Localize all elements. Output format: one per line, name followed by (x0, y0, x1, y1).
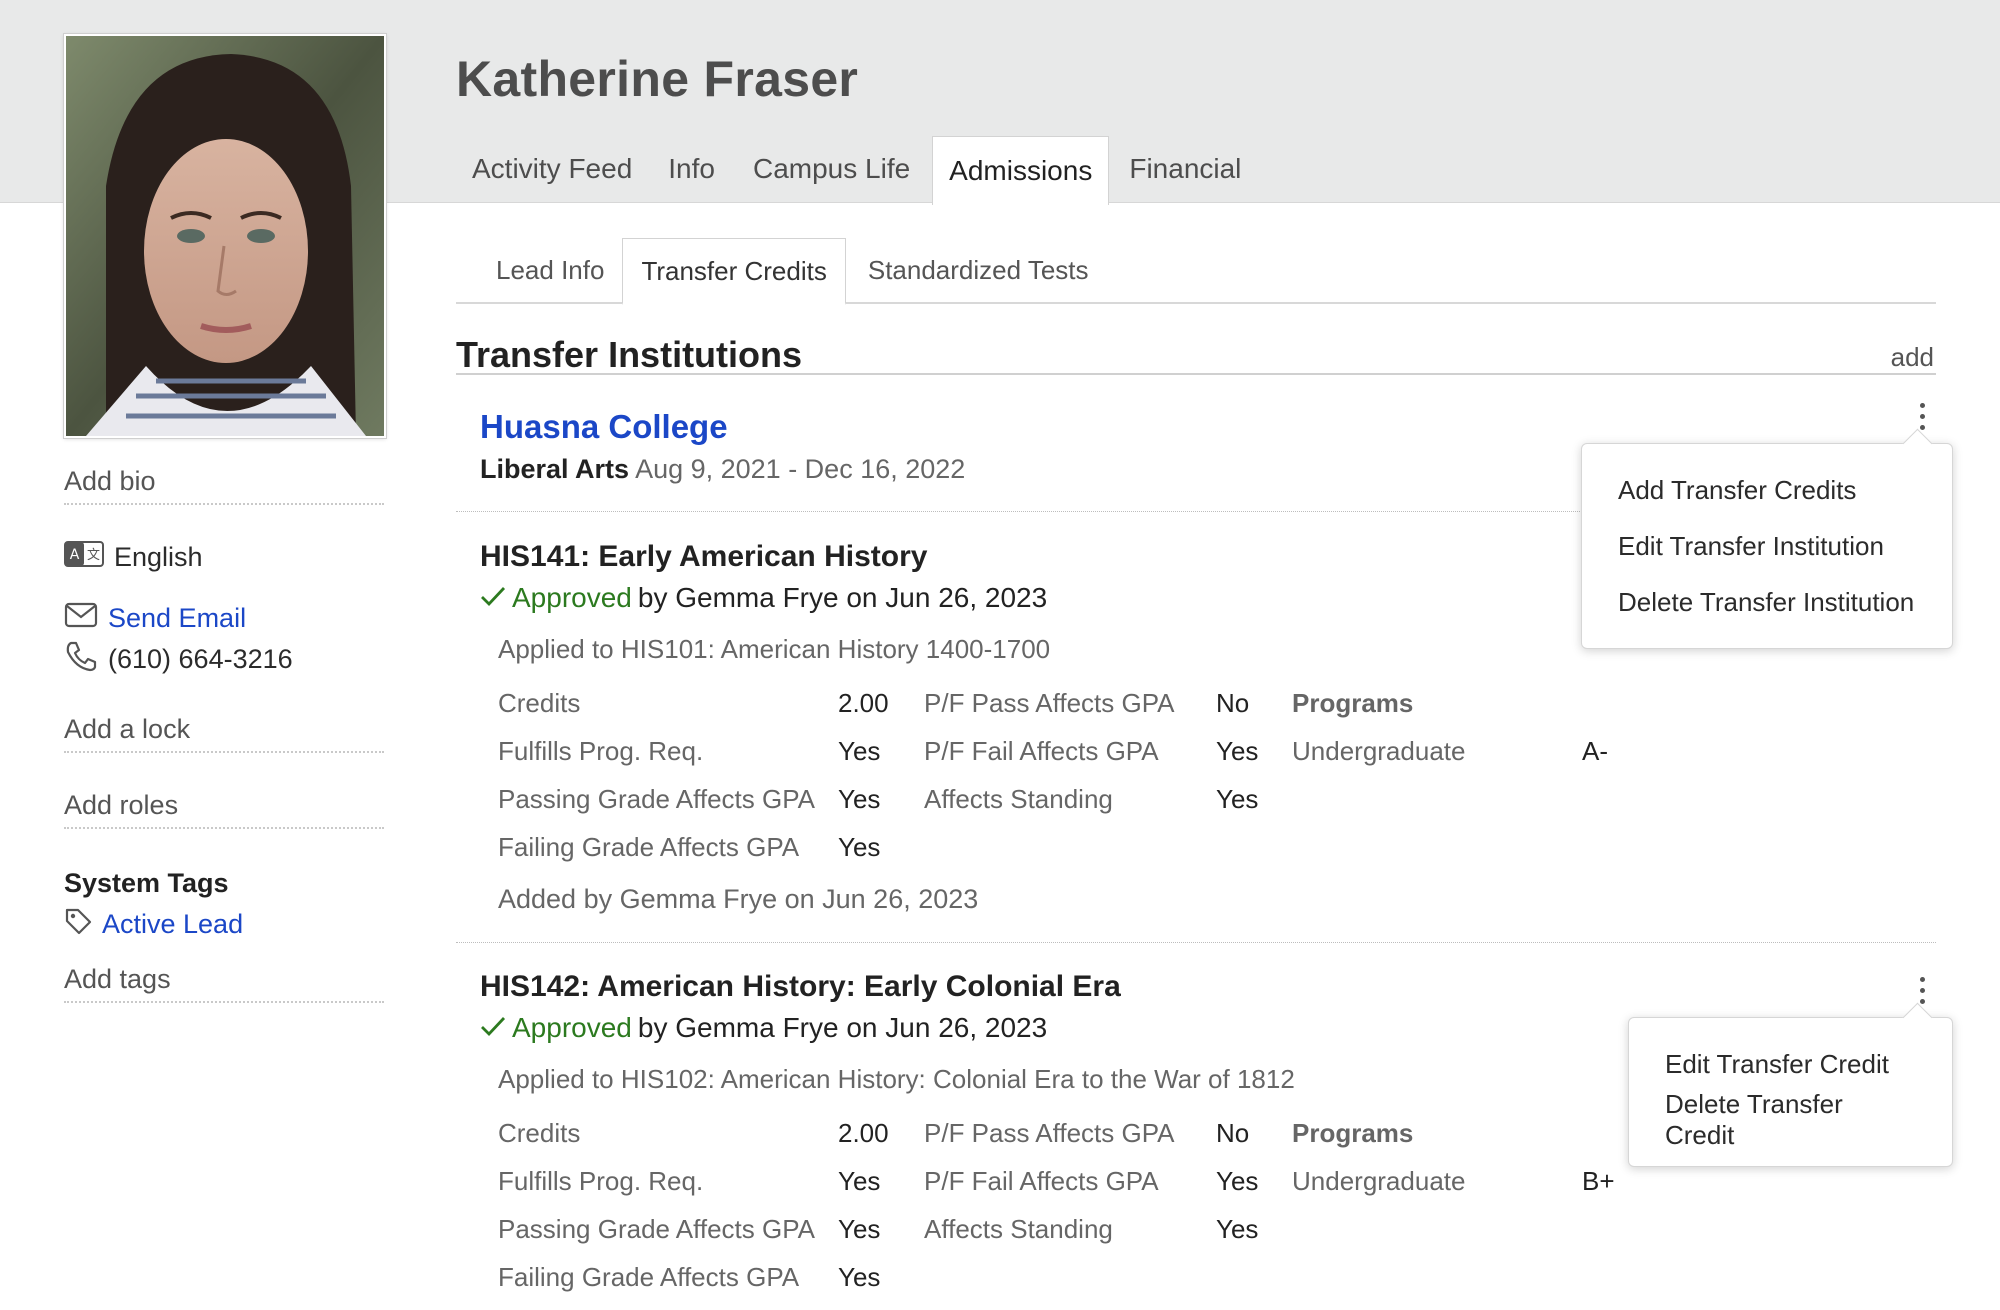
added-by: Added by Gemma Frye on Jun 26, 2023 (498, 884, 979, 914)
label-standing: Affects Standing (924, 1214, 1113, 1244)
value-program: Undergraduate (1292, 736, 1466, 766)
institution-details: Liberal Arts Aug 9, 2021 - Dec 16, 2022 (480, 454, 965, 485)
value-pf-fail: Yes (1216, 1166, 1259, 1196)
tab-activity-feed[interactable]: Activity Feed (456, 136, 648, 202)
label-standing: Affects Standing (924, 784, 1113, 814)
institution-program: Liberal Arts (480, 454, 630, 484)
main-tabs: Activity Feed Info Campus Life Admission… (456, 136, 1261, 205)
label-pf-pass: P/F Pass Affects GPA (924, 1118, 1175, 1148)
approved-by: by Gemma Frye on Jun 26, 2023 (637, 1012, 1048, 1043)
credit-menu: Edit Transfer Credit Delete Transfer Cre… (1628, 1002, 1953, 1167)
label-failing: Failing Grade Affects GPA (498, 832, 800, 862)
value-program: Undergraduate (1292, 1166, 1466, 1196)
profile-name: Katherine Fraser (456, 51, 859, 107)
label-credits: Credits (498, 688, 581, 718)
phone-row: (610) 664-3216 (64, 640, 293, 679)
course-title: HIS142: American History: Early Colonial… (480, 970, 1121, 1003)
value-failing: Yes (838, 832, 881, 862)
tab-campus-life[interactable]: Campus Life (735, 136, 932, 202)
svg-text:文: 文 (87, 548, 100, 563)
institution-menu: Add Transfer Credits Edit Transfer Insti… (1581, 428, 1953, 649)
applied-to: Applied to HIS101: American History 1400… (498, 634, 1050, 665)
subtab-lead-info[interactable]: Lead Info (478, 238, 622, 302)
institution-dates: Aug 9, 2021 - Dec 16, 2022 (635, 454, 966, 484)
section-title: Transfer Institutions (456, 334, 803, 375)
label-programs: Programs (1292, 1118, 1414, 1148)
menu-add-transfer-credits[interactable]: Add Transfer Credits (1582, 462, 1952, 518)
phone-icon (64, 640, 98, 679)
section-divider (456, 373, 1936, 375)
institution-kebab-icon[interactable] (1918, 403, 1926, 430)
value-failing: Yes (838, 1262, 881, 1292)
subtab-standardized-tests[interactable]: Standardized Tests (850, 238, 1107, 302)
language-label: English (114, 542, 203, 572)
tag-row[interactable]: Active Lead (64, 907, 243, 942)
value-passing: Yes (838, 1214, 881, 1244)
label-passing: Passing Grade Affects GPA (498, 784, 815, 814)
applied-label: Applied to (498, 634, 614, 664)
value-grade: A- (1582, 736, 1608, 766)
label-fulfills: Fulfills Prog. Req. (498, 736, 704, 766)
label-pf-pass: P/F Pass Affects GPA (924, 688, 1175, 718)
tab-admissions[interactable]: Admissions (932, 136, 1110, 205)
language-icon: A文 (64, 541, 104, 574)
menu-delete-transfer-institution[interactable]: Delete Transfer Institution (1582, 574, 1952, 630)
language-row: A文 English (64, 541, 203, 574)
approved-label: Approved (512, 1012, 632, 1043)
value-standing: Yes (1216, 784, 1259, 814)
svg-text:A: A (70, 547, 80, 563)
add-roles-link[interactable]: Add roles (64, 790, 384, 829)
label-pf-fail: P/F Fail Affects GPA (924, 1166, 1159, 1196)
value-credits: 2.00 (838, 1118, 889, 1148)
add-institution-link[interactable]: add (1891, 342, 1934, 373)
value-credits: 2.00 (838, 688, 889, 718)
value-passing: Yes (838, 784, 881, 814)
add-tags-link[interactable]: Add tags (64, 964, 384, 1003)
add-bio-link[interactable]: Add bio (64, 466, 384, 505)
label-programs: Programs (1292, 688, 1414, 718)
label-failing: Failing Grade Affects GPA (498, 1262, 800, 1292)
check-icon (480, 582, 506, 614)
approval-status: Approved by Gemma Frye on Jun 26, 2023 (480, 1012, 1047, 1044)
tab-financial[interactable]: Financial (1109, 136, 1261, 202)
divider (456, 942, 1936, 943)
menu-edit-transfer-institution[interactable]: Edit Transfer Institution (1582, 518, 1952, 574)
applied-course: HIS102: American History: Colonial Era t… (620, 1064, 1295, 1094)
applied-to: Applied to HIS102: American History: Col… (498, 1064, 1295, 1095)
menu-edit-transfer-credit[interactable]: Edit Transfer Credit (1629, 1036, 1952, 1092)
credit-kebab-icon[interactable] (1918, 977, 1926, 1004)
subtab-transfer-credits[interactable]: Transfer Credits (622, 238, 846, 305)
tag-icon (64, 907, 92, 942)
label-passing: Passing Grade Affects GPA (498, 1214, 815, 1244)
value-fulfills: Yes (838, 736, 881, 766)
value-standing: Yes (1216, 1214, 1259, 1244)
email-row[interactable]: Send Email (64, 602, 246, 635)
avatar[interactable] (64, 34, 386, 438)
send-email-link[interactable]: Send Email (108, 603, 246, 634)
add-lock-link[interactable]: Add a lock (64, 714, 384, 753)
applied-course: HIS101: American History 1400-1700 (620, 634, 1051, 664)
applied-label: Applied to (498, 1064, 614, 1094)
sub-tabs: Lead Info Transfer Credits Standardized … (456, 238, 1936, 305)
approved-label: Approved (512, 582, 632, 613)
check-icon (480, 1012, 506, 1044)
value-pf-pass: No (1216, 1118, 1250, 1148)
phone-number: (610) 664-3216 (108, 644, 293, 674)
institution-name-link[interactable]: Huasna College (480, 408, 728, 446)
menu-delete-transfer-credit[interactable]: Delete Transfer Credit (1629, 1089, 1952, 1150)
label-fulfills: Fulfills Prog. Req. (498, 1166, 704, 1196)
system-tags-title: System Tags (64, 868, 229, 898)
value-pf-pass: No (1216, 688, 1250, 718)
label-pf-fail: P/F Fail Affects GPA (924, 736, 1159, 766)
tab-info[interactable]: Info (648, 136, 735, 202)
envelope-icon (64, 602, 98, 635)
value-grade: B+ (1582, 1166, 1615, 1196)
value-fulfills: Yes (838, 1166, 881, 1196)
approval-status: Approved by Gemma Frye on Jun 26, 2023 (480, 582, 1047, 614)
label-credits: Credits (498, 1118, 581, 1148)
approved-by: by Gemma Frye on Jun 26, 2023 (637, 582, 1048, 613)
value-pf-fail: Yes (1216, 736, 1259, 766)
course-title: HIS141: Early American History (480, 540, 928, 573)
tag-active-lead[interactable]: Active Lead (102, 909, 243, 940)
